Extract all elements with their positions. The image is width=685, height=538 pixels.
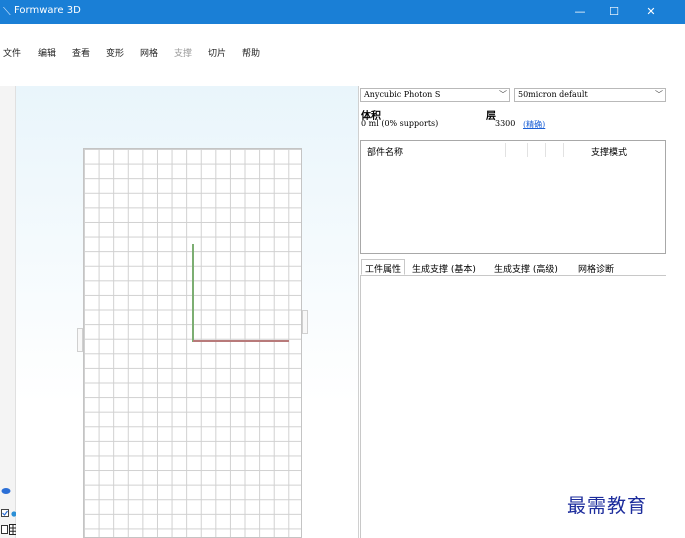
minimize-button[interactable]: — bbox=[569, 3, 591, 21]
printer-select-value: Anycubic Photon S bbox=[364, 90, 441, 99]
layers-precise-link[interactable]: (精确) bbox=[523, 119, 545, 130]
toolbar bbox=[0, 60, 685, 140]
menu-slice[interactable]: 切片 bbox=[208, 46, 226, 59]
parts-table-header: 部件名称 支撑模式 bbox=[361, 141, 665, 159]
menu-edit[interactable]: 编辑 bbox=[38, 46, 56, 59]
profile-select-value: 50micron default bbox=[518, 90, 588, 99]
y-axis-line bbox=[192, 244, 194, 342]
x-axis-line bbox=[193, 340, 289, 342]
menu-mesh[interactable]: 网格 bbox=[140, 46, 158, 59]
right-plate-tab bbox=[302, 310, 308, 334]
maximize-button[interactable]: ☐ bbox=[603, 3, 625, 21]
chevron-down-icon: ﹀ bbox=[499, 90, 507, 99]
column-divider bbox=[505, 143, 506, 157]
slider-handle-icon[interactable] bbox=[1, 487, 11, 495]
column-divider bbox=[527, 143, 528, 157]
layers-value: 3300 bbox=[495, 119, 516, 128]
window-title: Formware 3D bbox=[14, 5, 81, 16]
app-icon: ⟍ bbox=[3, 5, 11, 18]
watermark-text: 最需教育 bbox=[567, 495, 648, 517]
tab-support-advanced[interactable]: 生成支撑 (高级) bbox=[494, 262, 558, 275]
title-bar: ⟍ Formware 3D — ☐ ✕ bbox=[0, 0, 685, 24]
parts-table[interactable]: 部件名称 支撑模式 bbox=[360, 140, 666, 254]
column-divider bbox=[545, 143, 546, 157]
column-divider bbox=[563, 143, 564, 157]
menu-file[interactable]: 文件 bbox=[3, 46, 21, 59]
menu-transform[interactable]: 变形 bbox=[106, 46, 124, 59]
tab-mesh-diagnostics[interactable]: 网格诊断 bbox=[578, 262, 614, 275]
build-plate-grid[interactable] bbox=[83, 148, 302, 538]
tab-support-basic[interactable]: 生成支撑 (基本) bbox=[412, 262, 476, 275]
menu-support[interactable]: 支撑 bbox=[174, 46, 192, 59]
menu-view[interactable]: 查看 bbox=[72, 46, 90, 59]
close-button[interactable]: ✕ bbox=[640, 3, 662, 21]
square-icon[interactable] bbox=[1, 525, 8, 534]
checkbox-icon[interactable] bbox=[1, 509, 9, 517]
menu-help[interactable]: 帮助 bbox=[242, 46, 260, 59]
col-part-name[interactable]: 部件名称 bbox=[367, 145, 403, 158]
left-tool-strip bbox=[0, 86, 16, 538]
col-support-mode[interactable]: 支撑模式 bbox=[591, 145, 627, 158]
volume-value: 0 ml (0% supports) bbox=[361, 119, 439, 128]
tab-part-properties[interactable]: 工件属性 bbox=[361, 259, 406, 275]
chevron-down-icon: ﹀ bbox=[655, 90, 663, 99]
printer-select[interactable]: Anycubic Photon S ﹀ bbox=[360, 88, 510, 102]
profile-select[interactable]: 50micron default ﹀ bbox=[514, 88, 666, 102]
left-plate-tab bbox=[77, 328, 83, 352]
